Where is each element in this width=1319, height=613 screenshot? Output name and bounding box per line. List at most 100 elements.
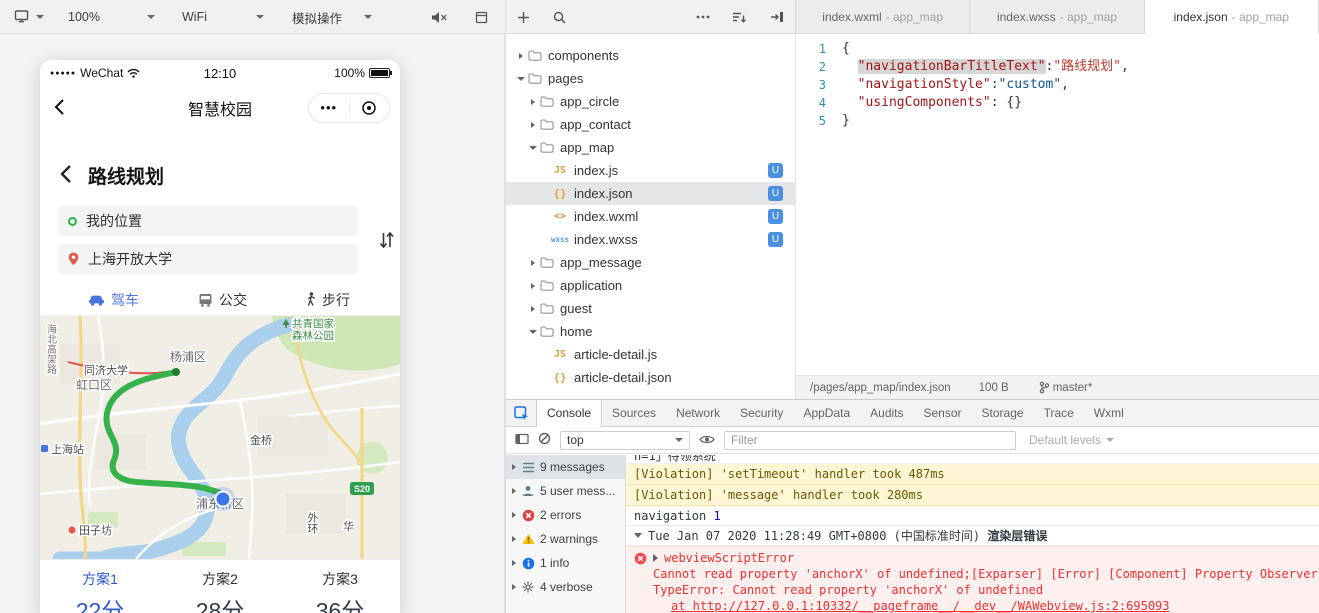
plan-1[interactable]: 方案1 22分 (40, 560, 160, 613)
page-header: 路线规划 (60, 162, 164, 189)
mute-button[interactable] (428, 0, 450, 34)
console-sidebar-toggle[interactable] (515, 433, 529, 448)
context-selector[interactable]: top (560, 430, 690, 450)
filter-warnings[interactable]: 2 warnings (506, 527, 625, 551)
tree-item-index-wxss[interactable]: wxss index.wxss U (506, 228, 795, 251)
tab-sources[interactable]: Sources (602, 400, 666, 427)
editor-tab-index-json[interactable]: index.json - app_map (1144, 0, 1319, 34)
log-levels-selector[interactable]: Default levels (1029, 433, 1115, 447)
sort-button[interactable] (728, 0, 750, 34)
chevron-down-icon (36, 15, 44, 19)
devtools-tab-bar: Console Sources Network Security AppData… (506, 400, 1319, 427)
tab-project: - app_map (885, 9, 944, 24)
swap-button[interactable] (379, 231, 394, 252)
network-selector[interactable]: WiFi (172, 0, 274, 34)
tab-network[interactable]: Network (666, 400, 730, 427)
mode-tab-drive[interactable]: 驾车 (88, 290, 139, 310)
tree-item-app_circle[interactable]: app_circle (506, 90, 795, 113)
route-plans-bar: 方案1 22分 方案2 28分 方案3 36分 (40, 559, 400, 613)
device-selector[interactable] (4, 0, 54, 34)
tab-security[interactable]: Security (730, 400, 793, 427)
separate-window-button[interactable] (470, 0, 492, 34)
bus-icon (198, 293, 213, 307)
page-back-button[interactable] (60, 164, 72, 187)
tab-wxml[interactable]: Wxml (1084, 400, 1134, 427)
editor-tab-index-wxml[interactable]: index.wxml - app_map (796, 0, 971, 34)
tab-console[interactable]: Console (536, 400, 603, 427)
tree-item-guest[interactable]: guest (506, 297, 795, 320)
map-view[interactable]: 共青国家 森林公园 杨浦区 同济大学 虹口区 上海站 金桥 S20 田子坊 浦东… (40, 316, 400, 567)
battery-percent: 100% (334, 66, 365, 80)
tab-audits[interactable]: Audits (860, 400, 913, 427)
stack-trace-link[interactable]: at http://127.0.0.1:10332/__pageframe__/… (626, 598, 1319, 613)
tree-item-index-wxml[interactable]: <> index.wxml U (506, 205, 795, 228)
filter-user-messages[interactable]: 5 user mess... (506, 479, 625, 503)
collapse-panel-button[interactable] (766, 0, 788, 34)
simulate-selector[interactable]: 模拟操作 (282, 0, 382, 34)
plan-3[interactable]: 方案3 36分 (280, 560, 400, 613)
tab-filename: index.wxss (996, 9, 1056, 24)
filter-info[interactable]: 1 info (506, 551, 625, 575)
log-group-header[interactable]: Tue Jan 07 2020 11:28:49 GMT+0800 (中国标准时… (626, 526, 1319, 546)
chevron-collapsed-icon (512, 536, 516, 542)
mode-tab-walk[interactable]: 步行 (306, 290, 350, 310)
chevron-collapsed-icon (531, 98, 535, 105)
chevron-collapsed-icon (531, 259, 535, 266)
filter-all-messages[interactable]: 9 messages (506, 455, 625, 479)
git-branch[interactable]: master* (1039, 381, 1093, 394)
chevron-down-icon (364, 15, 372, 19)
eye-button[interactable] (699, 433, 715, 448)
network-value: WiFi (182, 10, 207, 24)
tree-item-app_map[interactable]: app_map (506, 136, 795, 159)
tab-sensor[interactable]: Sensor (914, 400, 972, 427)
inspect-element-button[interactable] (506, 405, 536, 421)
tab-appdata[interactable]: AppData (793, 400, 860, 427)
editor-tab-index-wxss[interactable]: index.wxss - app_map (970, 0, 1145, 34)
filter-verbose[interactable]: 4 verbose (506, 575, 625, 599)
tab-trace[interactable]: Trace (1034, 400, 1084, 427)
more-button[interactable] (692, 0, 714, 34)
mode-tab-bus[interactable]: 公交 (198, 290, 247, 310)
folder-open-icon (528, 73, 542, 84)
verbose-icon (521, 581, 535, 593)
branch-name: master* (1052, 381, 1093, 394)
tree-item-article-detail-json[interactable]: {} article-detail.json (506, 366, 795, 389)
menu-dots-button[interactable]: ••• (309, 94, 349, 122)
tree-item-app_contact[interactable]: app_contact (506, 113, 795, 136)
new-file-button[interactable] (512, 0, 534, 34)
code-editor[interactable]: 1{ 2 "navigationBarTitleText":"路线规划", 3 … (795, 34, 1319, 375)
plan-2[interactable]: 方案2 28分 (160, 560, 280, 613)
tree-item-article-detail-js[interactable]: JS article-detail.js (506, 343, 795, 366)
info-icon (521, 557, 535, 570)
error-title: webviewScriptError (664, 551, 795, 565)
clear-console-button[interactable] (538, 432, 551, 448)
chevron-collapsed-icon (512, 584, 516, 590)
tab-storage[interactable]: Storage (972, 400, 1034, 427)
tree-item-index-js[interactable]: JS index.js U (506, 159, 795, 182)
tree-item-components[interactable]: components (506, 44, 795, 67)
console-filter-input[interactable] (724, 430, 1016, 450)
filter-errors[interactable]: 2 errors (506, 503, 625, 527)
expand-arrow-icon[interactable] (653, 554, 658, 562)
origin-dot-icon (68, 216, 77, 226)
tree-item-application[interactable]: application (506, 274, 795, 297)
swap-icon (379, 231, 394, 249)
folder-icon (540, 303, 554, 314)
folder-icon (528, 50, 542, 61)
toolbar-divider (505, 0, 506, 34)
destination-input[interactable]: 上海开放大学 (58, 244, 358, 274)
console-messages[interactable]: n=1」待领系统 [Violation] 'setTimeout' handle… (626, 455, 1319, 613)
search-button[interactable] (548, 0, 570, 34)
tree-item-pages[interactable]: pages (506, 67, 795, 90)
tree-item-home[interactable]: home (506, 320, 795, 343)
map-label-station: 上海站 (51, 442, 84, 456)
zoom-selector[interactable]: 100% (58, 0, 165, 34)
log-message: navigation 1 (626, 506, 1319, 526)
route-start-marker (172, 368, 180, 376)
tree-item-index-json[interactable]: {} index.json U (506, 182, 795, 205)
close-target-button[interactable] (350, 100, 390, 116)
tree-item-app_message[interactable]: app_message (506, 251, 795, 274)
folder-icon (540, 280, 554, 291)
origin-input[interactable]: 我的位置 (58, 206, 358, 236)
chevron-collapsed-icon (512, 560, 516, 566)
